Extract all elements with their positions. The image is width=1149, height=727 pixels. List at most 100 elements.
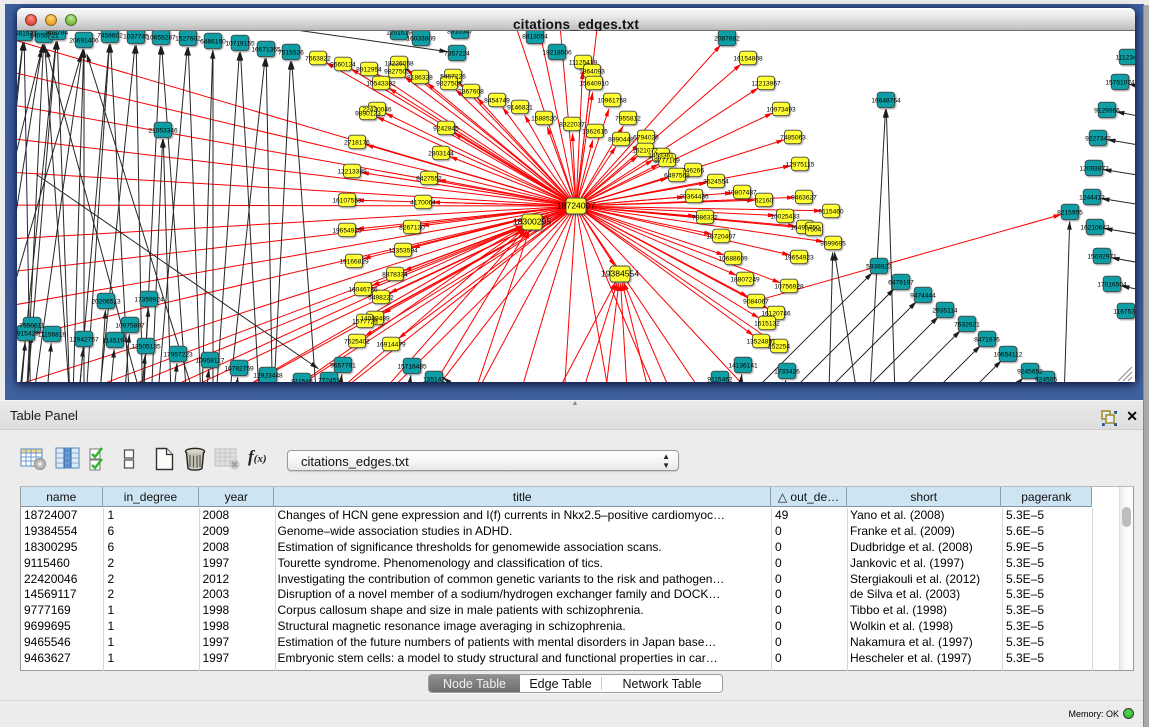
svg-text:15692971: 15692971 [1087, 254, 1117, 261]
svg-text:7550611: 7550611 [19, 323, 45, 330]
svg-text:1037745: 1037745 [123, 34, 149, 41]
svg-text:16154808: 16154808 [733, 56, 763, 63]
svg-text:16046786: 16046786 [348, 287, 378, 294]
svg-text:9115460: 9115460 [818, 209, 844, 216]
svg-text:9463627: 9463627 [791, 195, 817, 202]
svg-text:7515526: 7515526 [278, 50, 304, 57]
svg-text:16120746: 16120746 [761, 311, 791, 318]
svg-text:17016504: 17016504 [1097, 282, 1127, 289]
svg-text:9327508: 9327508 [436, 81, 462, 88]
svg-text:1362615: 1362615 [582, 129, 608, 136]
svg-text:8454749: 8454749 [484, 98, 510, 105]
svg-text:19384554: 19384554 [601, 269, 639, 279]
svg-text:9115462: 9115462 [707, 377, 733, 383]
svg-text:16107553: 16107553 [332, 198, 362, 205]
svg-text:1145194: 1145194 [102, 338, 128, 345]
svg-text:8427552: 8427552 [416, 176, 442, 183]
svg-text:772451: 772451 [318, 378, 340, 383]
svg-text:7625402: 7625402 [344, 339, 370, 346]
svg-text:2803144: 2803144 [428, 151, 454, 158]
svg-text:8471676: 8471676 [974, 337, 1000, 344]
svg-text:16033809: 16033809 [406, 36, 436, 43]
svg-text:20364436: 20364436 [679, 194, 709, 201]
svg-text:18300295: 18300295 [513, 217, 551, 227]
svg-text:9474444: 9474444 [910, 293, 936, 300]
svg-text:15720407: 15720407 [706, 234, 736, 241]
svg-text:16648764: 16648764 [871, 98, 901, 105]
svg-text:15751074: 15751074 [1105, 80, 1135, 87]
svg-text:16210643: 16210643 [1080, 225, 1110, 232]
svg-text:7357224: 7357224 [444, 51, 470, 58]
svg-text:4170064: 4170064 [410, 200, 436, 207]
svg-text:10756928: 10756928 [774, 284, 804, 291]
svg-text:20691406: 20691406 [69, 38, 99, 45]
svg-text:20206513: 20206513 [91, 299, 121, 306]
svg-text:8267130: 8267130 [399, 225, 425, 232]
svg-text:7986322: 7986322 [692, 215, 718, 222]
svg-text:12505135: 12505135 [131, 344, 161, 351]
svg-text:5498222: 5498222 [368, 295, 394, 302]
svg-text:10958117: 10958117 [196, 358, 225, 365]
svg-text:8910547: 8910547 [447, 31, 473, 36]
svg-text:9777169: 9777169 [654, 158, 680, 165]
svg-text:2087682: 2087682 [714, 36, 740, 43]
svg-text:9146821: 9146821 [507, 105, 533, 112]
svg-text:2718176: 2718176 [344, 140, 370, 147]
svg-text:5467226: 5467226 [440, 74, 466, 81]
svg-text:9129966: 9129966 [1094, 108, 1120, 115]
svg-text:924505: 924505 [1035, 377, 1057, 383]
svg-text:10807487: 10807487 [727, 190, 757, 197]
svg-text:1588520: 1588520 [531, 116, 557, 123]
svg-text:11125419: 11125419 [569, 60, 598, 67]
svg-text:3624554: 3624554 [703, 179, 729, 186]
svg-text:9660124: 9660124 [330, 62, 356, 69]
svg-text:1167533: 1167533 [1113, 309, 1135, 316]
svg-text:1112345: 1112345 [1116, 55, 1135, 62]
svg-text:8813054: 8813054 [522, 34, 548, 41]
svg-text:135142: 135142 [423, 377, 445, 383]
svg-text:9242845: 9242845 [433, 126, 459, 133]
svg-text:9245652: 9245652 [1017, 369, 1043, 376]
svg-text:12353594: 12353594 [388, 248, 418, 255]
svg-text:9890123: 9890123 [355, 111, 381, 118]
svg-text:12213967: 12213967 [751, 81, 781, 88]
svg-text:7485063: 7485063 [780, 135, 806, 142]
svg-text:9699695: 9699695 [820, 241, 846, 248]
svg-text:19166829: 19166829 [339, 259, 369, 266]
svg-text:10973493: 10973493 [766, 107, 796, 114]
svg-text:1577726: 1577726 [352, 319, 378, 326]
svg-text:6466160: 6466160 [200, 39, 226, 46]
svg-text:19654925: 19654925 [332, 228, 362, 235]
svg-text:7504: 7504 [807, 227, 822, 234]
svg-text:12923448: 12923448 [253, 373, 283, 380]
svg-text:2367608: 2367608 [458, 89, 484, 96]
svg-text:17359924: 17359924 [134, 297, 164, 304]
svg-text:6479197: 6479197 [888, 280, 914, 287]
svg-text:12213389: 12213389 [337, 169, 367, 176]
svg-text:8878334: 8878334 [382, 272, 408, 279]
svg-text:1733426: 1733426 [774, 369, 800, 376]
svg-text:10688609: 10688609 [718, 256, 748, 263]
svg-text:10975887: 10975887 [115, 323, 145, 330]
svg-text:1527602: 1527602 [175, 36, 201, 43]
svg-text:6497568: 6497568 [664, 173, 690, 180]
svg-text:958784: 958784 [46, 31, 68, 37]
svg-text:12093872: 12093872 [1079, 166, 1109, 173]
svg-text:8215955: 8215955 [1057, 210, 1083, 217]
svg-text:8990448: 8990448 [608, 137, 634, 144]
svg-text:10961758: 10961758 [597, 98, 627, 105]
svg-text:10655287: 10655287 [146, 35, 176, 42]
svg-text:18724007: 18724007 [557, 201, 595, 211]
svg-text:1864093: 1864093 [579, 69, 605, 76]
svg-text:62160: 62160 [755, 198, 774, 205]
svg-text:3915423: 3915423 [17, 331, 39, 338]
svg-text:16914479: 16914479 [376, 342, 406, 349]
svg-text:7955812: 7955812 [615, 116, 641, 123]
svg-text:12975115: 12975115 [786, 162, 815, 169]
svg-text:17957223: 17957223 [163, 352, 193, 359]
svg-text:10025433: 10025433 [770, 214, 800, 221]
svg-text:16782759: 16782759 [224, 366, 254, 373]
svg-text:7632621: 7632621 [954, 322, 980, 329]
svg-text:7663822: 7663822 [305, 56, 331, 63]
svg-text:8912954: 8912954 [356, 67, 382, 74]
